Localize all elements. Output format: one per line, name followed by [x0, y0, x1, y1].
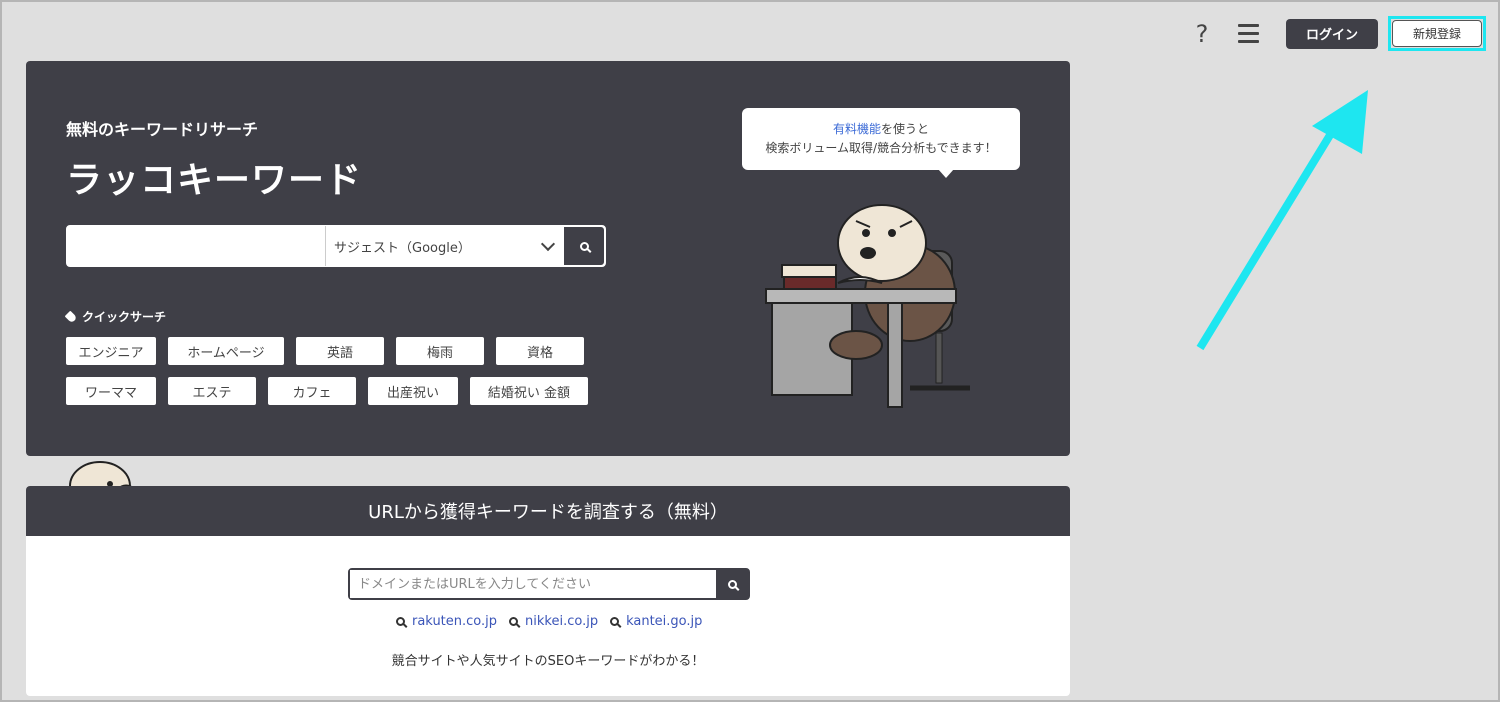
page-title: ラッコキーワード	[66, 160, 363, 201]
quick-search-heading: クイックサーチ	[64, 308, 167, 325]
keyword-search-input[interactable]	[67, 226, 326, 266]
quick-chip[interactable]: エステ	[168, 377, 256, 405]
quick-search-label: クイックサーチ	[82, 310, 167, 324]
hamburger-menu-icon[interactable]	[1228, 17, 1268, 51]
search-icon	[509, 617, 519, 626]
quick-chip[interactable]: 結婚祝い 金額	[470, 377, 588, 405]
url-search-bar	[348, 568, 750, 600]
quick-chip[interactable]: 資格	[496, 337, 584, 365]
search-icon	[610, 617, 620, 626]
chip-row-2: ワーママ エステ カフェ 出産祝い 結婚祝い 金額	[66, 377, 626, 405]
hero-subtitle: 無料のキーワードリサーチ	[66, 120, 259, 139]
search-type-selected: サジェスト（Google）	[334, 240, 471, 256]
keyword-search-button[interactable]	[563, 226, 605, 266]
url-search-button[interactable]	[716, 570, 748, 598]
example-domains: rakuten.co.jp nikkei.co.jp kantei.go.jp	[396, 614, 702, 629]
quick-chip[interactable]: ワーママ	[66, 377, 156, 405]
example-link[interactable]: nikkei.co.jp	[509, 614, 598, 629]
hero-panel: 無料のキーワードリサーチ ラッコキーワード サジェスト（Google） クイック…	[26, 61, 1070, 456]
paid-feature-bubble: 有料機能を使うと 検索ボリューム取得/競合分析もできます！	[742, 108, 1020, 178]
search-icon	[579, 241, 589, 251]
quick-search-chips: エンジニア ホームページ 英語 梅雨 資格 ワーママ エステ カフェ 出産祝い …	[66, 337, 626, 417]
annotation-arrow-icon	[1196, 90, 1368, 351]
url-section-header: URLから獲得キーワードを調査する（無料）	[26, 486, 1070, 536]
url-keyword-section: URLから獲得キーワードを調査する（無料） rakuten.co.jp nikk…	[26, 486, 1070, 696]
login-button[interactable]: ログイン	[1286, 18, 1378, 49]
url-search-input[interactable]	[350, 570, 716, 598]
quick-chip[interactable]: 梅雨	[396, 337, 484, 365]
search-type-select[interactable]: サジェスト（Google）	[326, 226, 563, 266]
url-section-title: URLから獲得キーワードを調査する（無料）	[368, 502, 728, 523]
example-link[interactable]: kantei.go.jp	[610, 614, 702, 629]
paid-feature-link[interactable]: 有料機能	[833, 122, 881, 136]
quick-chip[interactable]: エンジニア	[66, 337, 156, 365]
top-bar: ? ログイン 新規登録	[1182, 16, 1486, 51]
signup-button[interactable]: 新規登録	[1392, 20, 1482, 47]
bubble-text-1: を使うと	[881, 122, 930, 136]
signup-highlight-box: 新規登録	[1388, 16, 1486, 51]
quick-chip[interactable]: カフェ	[268, 377, 356, 405]
bubble-text-2: 検索ボリューム取得/競合分析もできます！	[765, 141, 997, 155]
quick-chip[interactable]: 出産祝い	[368, 377, 458, 405]
otter-at-desk-illustration	[765, 204, 970, 408]
example-link-label: nikkei.co.jp	[525, 614, 599, 629]
chip-row-1: エンジニア ホームページ 英語 梅雨 資格	[66, 337, 626, 365]
search-icon	[396, 617, 405, 626]
example-link-label: kantei.go.jp	[626, 614, 703, 629]
keyword-search-bar: サジェスト（Google）	[66, 225, 606, 267]
example-link[interactable]: rakuten.co.jp	[396, 614, 497, 629]
quick-chip[interactable]: 英語	[296, 337, 384, 365]
tag-icon	[64, 310, 78, 323]
example-link-label: rakuten.co.jp	[412, 614, 498, 629]
chevron-down-icon	[540, 236, 556, 252]
url-section-note: 競合サイトや人気サイトのSEOキーワードがわかる！	[391, 654, 705, 669]
question-icon[interactable]: ?	[1182, 17, 1222, 51]
quick-chip[interactable]: ホームページ	[168, 337, 284, 365]
search-icon	[727, 579, 737, 589]
